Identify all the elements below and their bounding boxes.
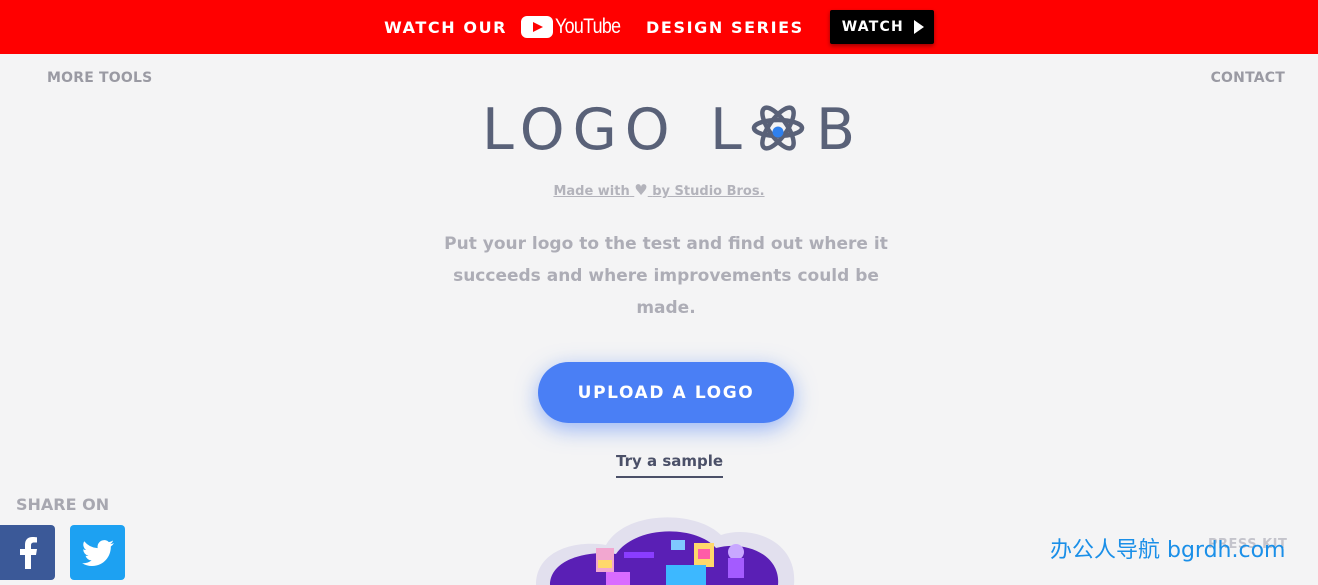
credit-line: Made with ♥ by Studio Bros. — [0, 181, 1318, 199]
credit-suffix: by Studio Bros. — [652, 184, 765, 199]
share-label: SHARE ON — [16, 495, 110, 514]
logo-text-logo: LOGO — [482, 100, 678, 156]
facebook-icon — [19, 536, 37, 569]
watch-button[interactable]: WATCH — [829, 10, 934, 44]
try-sample-link[interactable]: Try a sample — [616, 452, 724, 478]
play-arrow-icon — [913, 20, 924, 34]
logo-text-b: B — [816, 100, 852, 156]
banner-text-right: DESIGN SERIES — [646, 17, 804, 37]
logo-lab-logo: LOGO L B — [482, 100, 852, 156]
heart-icon: ♥ — [634, 181, 648, 199]
youtube-wordmark: YouTube — [555, 15, 621, 38]
facebook-share-button[interactable] — [0, 525, 55, 580]
logo-text-l: L — [710, 100, 742, 156]
tagline: Put your logo to the test and find out w… — [444, 234, 888, 318]
twitter-icon — [81, 539, 114, 566]
watermark-text: 办公人导航 bgrdh.com — [1050, 538, 1286, 563]
atom-dot-icon — [772, 126, 784, 138]
watch-button-label: WATCH — [841, 19, 904, 35]
upload-logo-button[interactable]: UPLOAD A LOGO — [538, 362, 794, 423]
more-tools-link[interactable]: MORE TOOLS — [47, 70, 152, 86]
banner-text-left: WATCH OUR — [384, 17, 508, 37]
youtube-play-icon — [521, 16, 554, 38]
credit-prefix: Made with — [553, 184, 630, 199]
banner-content: WATCH OUR YouTube DESIGN SERIES WATCH — [384, 10, 934, 44]
contact-link[interactable]: CONTACT — [1211, 70, 1285, 86]
credit-link[interactable]: Made with ♥ by Studio Bros. — [553, 181, 765, 199]
top-banner[interactable]: WATCH OUR YouTube DESIGN SERIES WATCH — [0, 0, 1318, 54]
twitter-share-button[interactable] — [70, 525, 125, 580]
youtube-icon: YouTube — [521, 15, 632, 39]
lab-illustration — [536, 517, 795, 585]
